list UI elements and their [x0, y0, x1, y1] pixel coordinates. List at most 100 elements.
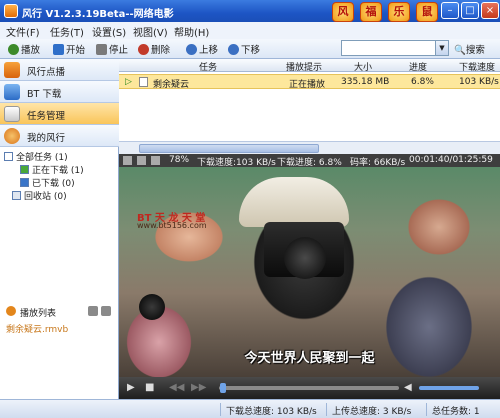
col-size[interactable]: 大小 — [354, 60, 372, 73]
status-divider — [220, 403, 221, 416]
rewind-icon[interactable]: ◀◀ — [169, 382, 184, 393]
table-row[interactable]: ▷ 剩余疑云 正在播放 335.18 MB 6.8% 103 KB/s — [119, 74, 500, 90]
add-icon[interactable] — [88, 306, 98, 316]
snapshot-icon[interactable] — [151, 156, 160, 165]
start-label: 开始 — [66, 45, 86, 56]
stop-icon[interactable]: ■ — [145, 382, 154, 393]
menu-file[interactable]: 文件(F) — [6, 24, 40, 39]
start-button[interactable]: 开始 — [53, 42, 85, 56]
player-controls: ▶ ■ ◀◀ ▶▶ ◀ — [119, 377, 500, 399]
video-mic-shape — [139, 294, 165, 320]
menu-view[interactable]: 视图(V) — [133, 24, 168, 39]
minimize-button[interactable]: – — [441, 2, 459, 19]
col-task[interactable]: 任务 — [199, 60, 217, 73]
tree-all-tasks[interactable]: 全部任务 (1) — [4, 150, 68, 163]
collapse-icon — [4, 152, 13, 161]
playlist-title: 播放列表 — [20, 309, 57, 319]
menu-task[interactable]: 任务(T) — [50, 24, 84, 39]
arrow-up-icon — [186, 44, 197, 55]
nav-task-manager[interactable]: 任务管理 — [0, 103, 119, 125]
file-icon — [139, 77, 148, 87]
tree-downloading[interactable]: 正在下载 (1) — [20, 163, 84, 176]
play-icon — [8, 44, 19, 55]
playlist-icon — [6, 306, 16, 316]
status-down-speed: 下载总速度: 103 KB/s — [226, 407, 317, 417]
task-size: 335.18 MB — [341, 77, 390, 87]
close-button[interactable]: × — [481, 2, 499, 19]
status-bar: 下载总速度: 103 KB/s 上传总速度: 3 KB/s 总任务数: 1 — [0, 399, 500, 418]
col-hint[interactable]: 播放提示 — [286, 60, 322, 73]
arrow-down-icon — [228, 44, 239, 55]
search-input[interactable] — [341, 40, 449, 56]
scroll-thumb[interactable] — [139, 144, 319, 153]
delete-button[interactable]: 删除 — [138, 42, 170, 56]
stop-label: 停止 — [109, 45, 129, 56]
move-up-label: 上移 — [199, 45, 219, 56]
volume-slider[interactable] — [419, 386, 479, 390]
search-button[interactable]: 🔍搜索 — [454, 42, 485, 56]
on-demand-icon — [4, 62, 20, 78]
remove-icon[interactable] — [101, 306, 111, 316]
lantern-icon: 乐 — [388, 2, 410, 22]
nav-label: 我的风行 — [27, 133, 66, 144]
move-down-button[interactable]: 下移 — [228, 42, 260, 56]
horizontal-scrollbar[interactable] — [119, 141, 500, 154]
downloaded-icon — [20, 178, 29, 187]
task-manager-icon — [4, 106, 20, 122]
playing-icon: ▷ — [125, 77, 132, 87]
seek-handle[interactable] — [219, 383, 226, 393]
nav-label: 风行点播 — [27, 67, 66, 78]
status-up-speed: 上传总速度: 3 KB/s — [332, 407, 412, 417]
nav-my-fengxing[interactable]: 我的风行 — [0, 125, 119, 147]
col-speed[interactable]: 下载速度 — [459, 60, 495, 73]
fullscreen-icon[interactable] — [123, 156, 132, 165]
move-up-button[interactable]: 上移 — [186, 42, 218, 56]
chevron-down-icon[interactable]: ▼ — [435, 41, 448, 55]
player-info-bar: 78% 下载速度:103 KB/s 下载进度: 6.8% 码率: 66KB/s … — [119, 154, 500, 168]
maximize-button[interactable]: □ — [461, 2, 479, 19]
col-progress[interactable]: 进度 — [409, 60, 427, 73]
task-hint: 正在播放 — [289, 80, 326, 90]
video-watermark-url: www.bt5156.com — [137, 221, 207, 230]
move-down-label: 下移 — [241, 45, 261, 56]
nav-bt-download[interactable]: BT 下载 — [0, 81, 119, 103]
tree-recycle-bin[interactable]: 回收站 (0) — [12, 189, 67, 202]
window-mode-icon[interactable] — [137, 156, 146, 165]
user-icon — [4, 128, 20, 144]
play-button[interactable]: 播放 — [8, 42, 40, 56]
nav-label: 任务管理 — [27, 111, 66, 122]
playlist-item[interactable]: 剩余疑云.rmvb — [6, 322, 68, 335]
lantern-icon: 风 — [332, 2, 354, 22]
task-list: 任务 播放提示 大小 进度 下载速度 ▷ 剩余疑云 正在播放 335.18 MB… — [119, 59, 500, 154]
window-title: 风行 V1.2.3.19Beta--网络电影 — [22, 9, 174, 20]
zoom-level: 78% — [169, 155, 190, 165]
video-lens-shape — [284, 237, 326, 279]
tree-recycle-label: 回收站 (0) — [24, 192, 67, 202]
tree-downloaded[interactable]: 已下载 (0) — [20, 176, 75, 189]
status-divider — [326, 403, 327, 416]
tree-all-label: 全部任务 (1) — [16, 153, 68, 163]
menu-bar: 文件(F) 任务(T) 设置(S) 视图(V) 帮助(H) — [0, 22, 500, 39]
menu-help[interactable]: 帮助(H) — [174, 24, 209, 39]
menu-settings[interactable]: 设置(S) — [92, 24, 126, 39]
bt-icon — [4, 84, 20, 100]
search-label: 搜索 — [465, 45, 485, 56]
tree-downloaded-label: 已下载 (0) — [32, 179, 75, 189]
tree-downloading-label: 正在下载 (1) — [32, 166, 84, 176]
playlist-header: 播放列表 — [0, 304, 119, 319]
task-progress: 6.8% — [411, 77, 434, 87]
stop-button[interactable]: 停止 — [96, 42, 128, 56]
lantern-icon: 鼠 — [416, 2, 438, 22]
delete-icon — [138, 44, 149, 55]
nav-on-demand[interactable]: 风行点播 — [0, 59, 119, 81]
video-frame[interactable]: BT 天 龙 天 堂 www.bt5156.com 今天世界人民聚到一起 — [119, 167, 500, 377]
seek-bar[interactable] — [219, 386, 399, 390]
volume-icon[interactable]: ◀ — [404, 382, 412, 393]
nav-label: BT 下载 — [27, 89, 62, 100]
lantern-icon: 福 — [360, 2, 382, 22]
video-subtitle: 今天世界人民聚到一起 — [244, 351, 375, 366]
play-icon[interactable]: ▶ — [127, 382, 135, 393]
forward-icon[interactable]: ▶▶ — [191, 382, 206, 393]
downloading-icon — [20, 165, 29, 174]
title-bar: 风行 V1.2.3.19Beta--网络电影 风 福 乐 鼠 – □ × — [0, 0, 500, 22]
